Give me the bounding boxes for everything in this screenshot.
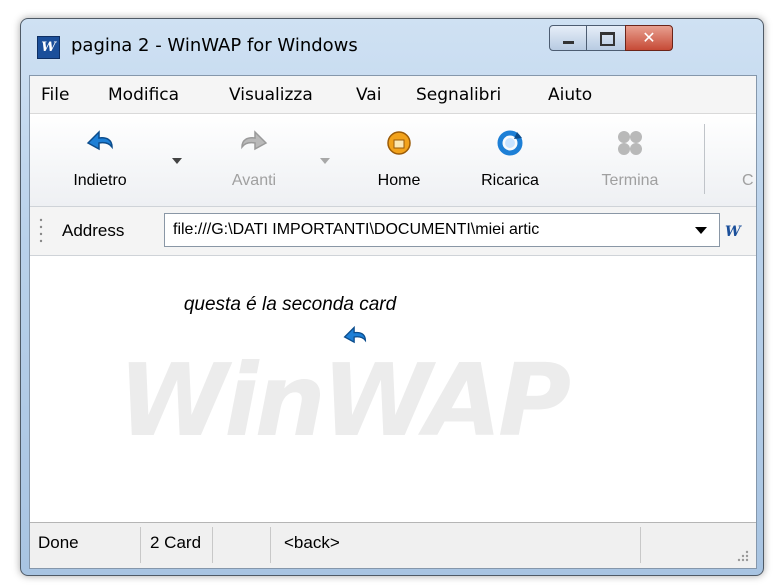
back-link-icon[interactable] (342, 324, 368, 350)
menu-modifica[interactable]: Modifica (108, 85, 179, 105)
go-icon[interactable]: W (724, 222, 748, 240)
menu-bar: File Modifica Visualizza Vai Segnalibri … (30, 76, 756, 114)
status-card-count: 2 Card (150, 533, 202, 552)
client-area: File Modifica Visualizza Vai Segnalibri … (29, 75, 757, 569)
forward-arrow-icon (241, 130, 268, 151)
minimize-button[interactable] (549, 25, 587, 51)
address-label: Address (62, 221, 125, 240)
menu-vai[interactable]: Vai (356, 85, 381, 105)
grip-icon (39, 218, 43, 243)
status-link: <back> (284, 533, 340, 552)
status-divider (270, 527, 271, 563)
toolbar: Indietro Avanti Home Ricarica Termina C (30, 114, 756, 207)
reload-label: Ricarica (481, 172, 539, 189)
menu-file[interactable]: File (41, 85, 69, 105)
address-input[interactable]: file:///G:\DATI IMPORTANTI\DOCUMENTI\mie… (164, 213, 720, 247)
reload-icon (497, 130, 523, 156)
stop-icon (618, 131, 642, 155)
home-icon (387, 131, 411, 155)
card-content: WinWAP questa é la seconda card (30, 256, 756, 522)
home-label: Home (377, 172, 421, 189)
back-label: Indietro (73, 172, 127, 189)
close-button[interactable]: ✕ (625, 25, 673, 51)
toolbar-separator (704, 124, 705, 194)
window-title: pagina 2 - WinWAP for Windows (71, 35, 358, 56)
back-arrow-icon (86, 130, 113, 151)
address-bar: Address file:///G:\DATI IMPORTANTI\DOCUM… (30, 207, 756, 256)
forward-label: Avanti (231, 172, 277, 189)
app-window: W pagina 2 - WinWAP for Windows ✕ File M… (20, 18, 764, 576)
close-icon: ✕ (642, 28, 656, 47)
winwap-watermark-logo: WinWAP (118, 342, 571, 459)
overflow-toolbar-label[interactable]: C (742, 172, 756, 190)
address-value[interactable]: file:///G:\DATI IMPORTANTI\DOCUMENTI\mie… (173, 221, 688, 239)
back-dropdown-icon[interactable] (172, 158, 182, 164)
stop-label: Termina (601, 172, 659, 189)
title-bar[interactable]: W pagina 2 - WinWAP for Windows ✕ (21, 19, 763, 75)
status-divider (212, 527, 213, 563)
forward-dropdown-icon[interactable] (320, 158, 330, 164)
status-state: Done (38, 533, 79, 552)
maximize-icon (600, 32, 615, 46)
maximize-button[interactable] (586, 25, 626, 51)
menu-segnalibri[interactable]: Segnalibri (416, 85, 501, 105)
status-bar: Done 2 Card <back> (30, 522, 756, 567)
resize-grip-icon[interactable] (736, 549, 750, 563)
card-text: questa é la seconda card (183, 294, 397, 315)
menu-visualizza[interactable]: Visualizza (229, 85, 313, 105)
menu-aiuto[interactable]: Aiuto (548, 85, 592, 105)
address-dropdown-icon[interactable] (695, 227, 707, 234)
minimize-icon (563, 41, 574, 44)
status-divider (640, 527, 641, 563)
svg-text:W: W (725, 224, 742, 240)
winwap-app-icon[interactable]: W (37, 36, 60, 59)
status-divider (140, 527, 141, 563)
